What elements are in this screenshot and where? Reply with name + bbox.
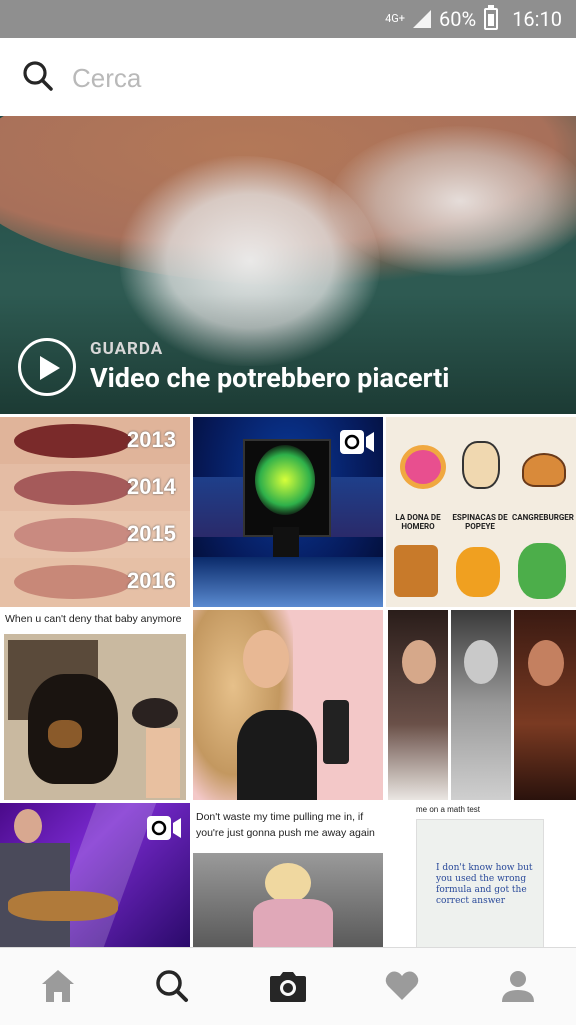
cartoon-label: ESPINACAS DE POPEYE <box>452 513 508 531</box>
grid-post-xfactor-video[interactable] <box>0 803 190 947</box>
grid-post-rottweiler-meme[interactable]: When u can't deny that baby anymore <box>0 610 190 800</box>
lip-row: 2016 <box>0 558 190 607</box>
home-icon[interactable] <box>38 966 78 1006</box>
year-label: 2013 <box>127 427 176 452</box>
meme-caption: When u can't deny that baby anymore <box>5 613 182 625</box>
video-camera-icon <box>340 430 374 454</box>
grid-post-hair-waver[interactable] <box>193 610 383 800</box>
status-bar: 4G+ 60% 16:10 <box>0 0 576 38</box>
camera-icon[interactable] <box>268 966 308 1006</box>
hero-kicker: GUARDA <box>90 339 164 359</box>
status-indicators: 4G+ 60% 16:10 <box>385 0 562 38</box>
hero-title: Video che potrebbero piacerti <box>90 362 450 394</box>
year-label: 2016 <box>127 568 176 593</box>
battery-icon <box>484 5 499 30</box>
search-icon <box>23 61 53 91</box>
grid-post-math-test-meme[interactable]: me on a math test I don't know how but y… <box>386 803 576 947</box>
search-bar <box>0 38 576 117</box>
profile-icon[interactable] <box>498 966 538 1006</box>
bottom-navigation <box>0 947 576 1025</box>
grid-post-portrait-collage[interactable] <box>386 610 576 800</box>
grid-post-lips[interactable]: 2013 2014 2015 2016 <box>0 417 190 607</box>
lip-row: 2013 <box>0 417 190 464</box>
hero-image-foam <box>330 126 576 276</box>
meme-caption: me on a math test <box>416 805 481 814</box>
lip-row: 2015 <box>0 511 190 558</box>
search-input[interactable] <box>70 58 554 98</box>
cartoon-label: CANGREBURGER <box>512 513 574 522</box>
grid-post-talent-show[interactable] <box>193 417 383 607</box>
grid-post-quote-meme[interactable]: Don't waste my time pulling me in, if yo… <box>193 803 383 947</box>
year-label: 2015 <box>127 521 176 546</box>
cartoon-label: LA DONA DE HOMERO <box>395 513 441 531</box>
search-icon[interactable] <box>152 966 192 1006</box>
signal-icon <box>413 10 432 28</box>
lip-row: 2014 <box>0 464 190 511</box>
battery-percent: 60% <box>439 7 477 31</box>
heart-icon[interactable] <box>382 966 422 1006</box>
network-indicator: 4G+ <box>385 12 406 25</box>
suggested-videos-card[interactable]: GUARDA Video che potrebbero piacerti <box>0 116 576 414</box>
play-icon[interactable] <box>18 338 76 396</box>
video-camera-icon <box>147 816 181 840</box>
year-label: 2014 <box>127 474 176 499</box>
meme-caption: Don't waste my time pulling me in, if yo… <box>196 811 375 839</box>
handwritten-note: I don't know how but you used the wrong … <box>436 863 533 906</box>
clock: 16:10 <box>512 7 562 31</box>
hero-gradient <box>0 294 576 414</box>
grid-post-cartoon-foods[interactable]: LA DONA DE HOMERO ESPINACAS DE POPEYE CA… <box>386 417 576 607</box>
